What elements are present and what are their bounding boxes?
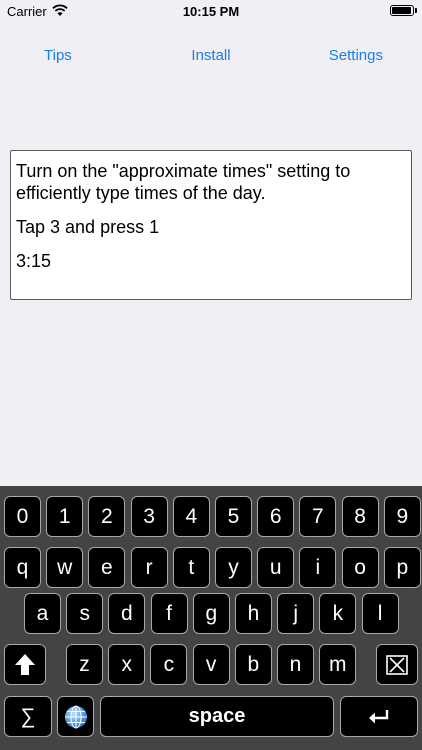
key-a[interactable]: a [24,593,61,634]
key-label: 6 [269,504,282,528]
key-g[interactable]: g [192,593,230,634]
text-line: Turn on the "approximate times" setting … [16,161,351,181]
key-w[interactable]: w [46,547,84,588]
settings-link[interactable]: Settings [329,47,383,64]
key-label: 9 [396,504,409,528]
tips-link[interactable]: Tips [44,47,72,64]
text-line: Tap 3 and press 1 [16,217,160,237]
sigma-key[interactable]: ∑ [4,696,52,737]
status-bar: Carrier 10:15 PM [0,0,422,24]
battery-icon [390,5,414,16]
key-label: 1 [58,504,71,528]
key-label: o [354,555,366,579]
key-label: i [315,555,321,579]
key-label: m [328,652,347,676]
key-v[interactable]: v [192,644,230,685]
key-label: w [57,555,73,579]
key-label: k [332,601,344,625]
key-label: 8 [354,504,366,528]
battery-level [392,7,411,14]
key-label: b [247,652,260,676]
keyboard: 0123456789 qwertyuiop asdfghjkl zxcvbnm … [0,486,422,750]
key-label: l [377,601,383,625]
key-8[interactable]: 8 [341,496,379,537]
key-label: a [36,601,49,625]
key-d[interactable]: d [108,593,146,634]
status-time: 10:15 PM [182,4,240,19]
key-p[interactable]: p [383,547,421,588]
return-arrow-icon [369,709,389,723]
key-n[interactable]: n [277,644,314,685]
key-label: 2 [101,504,113,528]
key-s[interactable]: s [66,593,104,634]
key-label: t [188,555,195,579]
key-b[interactable]: b [234,644,272,685]
key-label: c [163,652,175,676]
delete-x-icon [386,654,408,675]
key-label: v [205,652,217,676]
key-j[interactable]: j [277,593,315,634]
key-label: 3 [143,504,155,528]
key-7[interactable]: 7 [299,496,337,537]
text-line: 3:15 [16,251,52,271]
key-label: 4 [185,504,198,528]
key-0[interactable]: 0 [4,496,41,537]
key-f[interactable]: f [150,593,188,634]
key-t[interactable]: t [172,547,210,588]
key-label: e [101,555,113,579]
key-o[interactable]: o [341,547,379,588]
key-q[interactable]: q [4,547,41,588]
key-k[interactable]: k [319,593,357,634]
key-6[interactable]: 6 [257,496,295,537]
shift-arrow-icon [15,653,35,675]
key-1[interactable]: 1 [46,496,84,537]
key-c[interactable]: c [150,644,188,685]
key-label: h [247,601,260,625]
key-5[interactable]: 5 [215,496,252,537]
key-4[interactable]: 4 [172,496,210,537]
key-u[interactable]: u [257,547,295,588]
delete-key[interactable] [376,644,418,685]
key-label: f [166,601,173,625]
key-x[interactable]: x [108,644,146,685]
key-label: p [396,555,409,579]
key-label: s [79,601,90,625]
key-label: j [293,601,299,625]
key-label: 5 [227,504,240,528]
space-key[interactable]: space [100,696,334,737]
key-h[interactable]: h [235,593,272,634]
key-label: y [228,555,239,579]
key-y[interactable]: y [215,547,252,588]
shift-key[interactable] [4,644,46,685]
text-area[interactable]: Turn on the "approximate times" setting … [10,150,412,300]
key-label: q [16,555,29,579]
key-9[interactable]: 9 [383,496,421,537]
sigma-label: ∑ [20,704,36,728]
key-m[interactable]: m [319,644,357,685]
globe-icon [64,705,87,728]
key-l[interactable]: l [361,593,399,634]
battery-nub [415,8,417,13]
key-3[interactable]: 3 [130,496,168,537]
key-label: r [145,555,153,579]
key-2[interactable]: 2 [88,496,126,537]
return-key[interactable] [340,696,418,737]
key-label: u [269,555,282,579]
key-label: 0 [16,504,29,528]
key-e[interactable]: e [88,547,126,588]
key-label: 7 [312,504,324,528]
key-label: x [121,652,132,676]
key-label: n [289,652,302,676]
space-label: space [188,705,246,727]
key-i[interactable]: i [299,547,337,588]
install-link[interactable]: Install [191,47,230,64]
key-label: d [121,601,133,625]
key-z[interactable]: z [66,644,103,685]
key-r[interactable]: r [130,547,168,588]
globe-key[interactable] [57,696,94,737]
key-label: g [205,601,218,625]
text-line: efficiently type times of the day. [16,183,266,203]
key-label: z [79,652,90,676]
